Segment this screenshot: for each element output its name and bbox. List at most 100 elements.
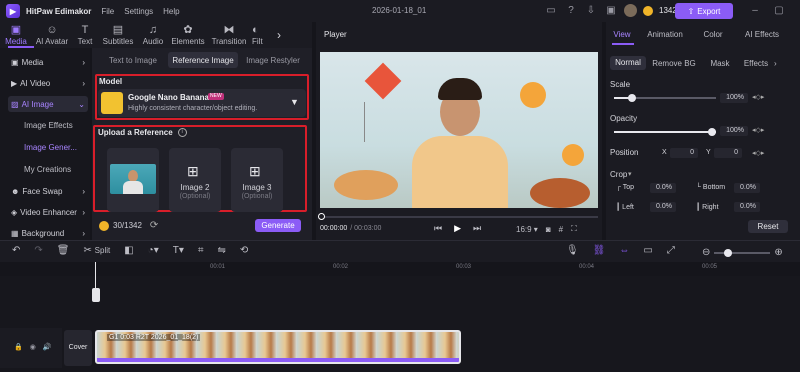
- visibility-icon[interactable]: ◉: [30, 343, 36, 351]
- cover-button[interactable]: Cover: [64, 330, 92, 366]
- generate-button[interactable]: Generate: [255, 219, 301, 232]
- playhead-handle[interactable]: [92, 288, 100, 302]
- opacity-slider-knob[interactable]: [708, 128, 716, 136]
- track-link-icon[interactable]: ⇔: [619, 245, 629, 256]
- tab-color[interactable]: Color: [692, 30, 734, 39]
- sidebar-item-background[interactable]: ▦ Background ›: [8, 225, 88, 241]
- timeline-ruler[interactable]: 00:01 00:02 00:03 00:04 00:05: [94, 262, 800, 276]
- microphone-icon[interactable]: 🎙: [566, 245, 579, 256]
- player-progress-track[interactable]: [320, 216, 598, 218]
- previous-frame-icon[interactable]: ⏮: [434, 223, 442, 234]
- minimize-icon[interactable]: –: [748, 5, 762, 16]
- clip-icon[interactable]: ▭: [643, 245, 652, 256]
- grid-icon[interactable]: #: [559, 225, 563, 234]
- tab-text[interactable]: T Text: [72, 22, 98, 48]
- scale-slider-knob[interactable]: [628, 94, 636, 102]
- position-x[interactable]: 0: [670, 148, 698, 158]
- model-selector[interactable]: Google Nano Banana NEW Highly consistent…: [98, 89, 306, 117]
- refresh-icon[interactable]: ⟳: [150, 220, 158, 231]
- aspect-ratio-select[interactable]: 16:9 ▾: [516, 225, 538, 234]
- reference-image-3-slot[interactable]: ⊞ Image 3 (Optional): [231, 148, 283, 212]
- menu-settings[interactable]: Settings: [124, 7, 153, 16]
- undo-icon[interactable]: ↶: [12, 245, 20, 256]
- export-button[interactable]: ⇧ Export: [675, 3, 733, 19]
- zoom-out-icon[interactable]: ⊖: [702, 247, 710, 258]
- sidebar-item-ai-video[interactable]: ▶ AI Video ›: [8, 75, 88, 91]
- avatar[interactable]: [624, 4, 637, 17]
- text-tool-icon[interactable]: T▾: [173, 245, 184, 256]
- tab-transition[interactable]: ⧓ Transition: [208, 22, 250, 48]
- video-clip[interactable]: G1 0:03 R2T 2026_01_18(2): [95, 330, 461, 364]
- position-y[interactable]: 0: [714, 148, 742, 158]
- reference-image-2-slot[interactable]: ⊞ Image 2 (Optional): [169, 148, 221, 212]
- crop-bottom-value[interactable]: 0.0%: [734, 183, 760, 193]
- close-icon[interactable]: ✕: [796, 5, 800, 16]
- mask-icon[interactable]: ◧: [124, 245, 133, 256]
- subtab-remove-bg[interactable]: Remove BG: [646, 59, 702, 68]
- tab-filter[interactable]: ◐ Filt: [250, 22, 272, 48]
- subtab-reference-image[interactable]: Reference Image: [168, 52, 238, 68]
- crop-right-value[interactable]: 0.0%: [734, 202, 760, 212]
- tab-ai-avatar[interactable]: ☺ AI Avatar: [32, 22, 72, 48]
- chevron-right-icon[interactable]: ›: [272, 22, 286, 48]
- delete-icon[interactable]: 🗑: [57, 245, 70, 256]
- redo-icon[interactable]: ↷: [34, 245, 42, 256]
- mute-icon[interactable]: 🔊: [43, 343, 52, 351]
- zoom-in-icon[interactable]: ⊕: [774, 247, 782, 258]
- speed-icon[interactable]: ◔▾: [148, 245, 159, 256]
- subtab-mask[interactable]: Mask: [702, 59, 738, 68]
- tab-animation[interactable]: Animation: [638, 30, 692, 39]
- zoom-slider[interactable]: [714, 248, 771, 257]
- tab-ai-effects[interactable]: AI Effects: [734, 30, 790, 39]
- tab-audio[interactable]: ♫ Audio: [138, 22, 168, 48]
- chevron-down-icon[interactable]: ▾: [628, 170, 632, 178]
- gift-icon[interactable]: ▣: [604, 5, 618, 16]
- sidebar-item-ai-image[interactable]: ▨ AI Image ⌄: [8, 96, 88, 112]
- fullscreen-icon[interactable]: ⛶: [571, 224, 577, 234]
- tab-media[interactable]: ▣ Media: [0, 22, 32, 48]
- crop-left-value[interactable]: 0.0%: [650, 202, 676, 212]
- sidebar-sub-my-creations[interactable]: My Creations: [24, 165, 71, 174]
- sidebar-sub-image-effects[interactable]: Image Effects: [24, 121, 73, 130]
- keyframe-icon[interactable]: ◂◇▸: [752, 149, 764, 157]
- crop-top-value[interactable]: 0.0%: [650, 183, 676, 193]
- lock-icon[interactable]: 🔒: [14, 343, 23, 351]
- crop-tool-icon[interactable]: ⌗: [198, 245, 204, 256]
- tab-elements[interactable]: ✿ Elements: [168, 22, 208, 48]
- fit-icon[interactable]: ⤢: [667, 245, 675, 256]
- keyframe-icon[interactable]: ◂◇▸: [752, 126, 764, 134]
- subtab-text-to-image[interactable]: Text to Image: [98, 52, 168, 68]
- keyframe-icon[interactable]: ◂◇▸: [752, 93, 764, 101]
- reset-button[interactable]: Reset: [748, 220, 788, 233]
- sidebar-item-video-enhancer[interactable]: ◈ Video Enhancer ›: [8, 204, 88, 220]
- help-icon[interactable]: ?: [564, 5, 578, 16]
- subtab-normal[interactable]: Normal: [610, 56, 646, 70]
- scale-value[interactable]: 100%: [720, 93, 748, 103]
- rotate-icon[interactable]: ⟲: [240, 245, 248, 256]
- tab-subtitles[interactable]: ▤ Subtitles: [98, 22, 138, 48]
- sidebar-sub-image-generator[interactable]: Image Gener...: [24, 143, 77, 152]
- tab-view[interactable]: View: [606, 30, 638, 39]
- maximize-icon[interactable]: ▢: [772, 5, 786, 16]
- sidebar-item-media[interactable]: ▣ Media ›: [8, 54, 88, 70]
- mirror-icon[interactable]: ⇋: [218, 245, 226, 256]
- subtab-image-restyler[interactable]: Image Restyler: [238, 52, 308, 68]
- menu-help[interactable]: Help: [163, 7, 179, 16]
- player-playhead[interactable]: [318, 213, 325, 220]
- download-icon[interactable]: ⇩: [584, 5, 598, 16]
- link-icon[interactable]: ⛓: [593, 245, 606, 256]
- opacity-slider[interactable]: [614, 131, 716, 133]
- zoom-knob[interactable]: [724, 248, 733, 257]
- chevron-right-icon[interactable]: ›: [774, 59, 777, 68]
- split-icon[interactable]: ✂ Split: [83, 245, 110, 256]
- play-icon[interactable]: ▶: [454, 223, 461, 234]
- menu-file[interactable]: File: [101, 7, 114, 16]
- next-frame-icon[interactable]: ⏭: [473, 223, 481, 234]
- screen-icon[interactable]: ▭: [544, 5, 558, 16]
- opacity-value[interactable]: 100%: [720, 126, 748, 136]
- reference-image-1[interactable]: [107, 148, 159, 212]
- snapshot-icon[interactable]: ◙: [546, 225, 551, 234]
- sidebar-item-face-swap[interactable]: ☻ Face Swap ›: [8, 183, 88, 199]
- info-icon[interactable]: i: [177, 128, 187, 137]
- subtab-effects[interactable]: Effects: [738, 59, 774, 68]
